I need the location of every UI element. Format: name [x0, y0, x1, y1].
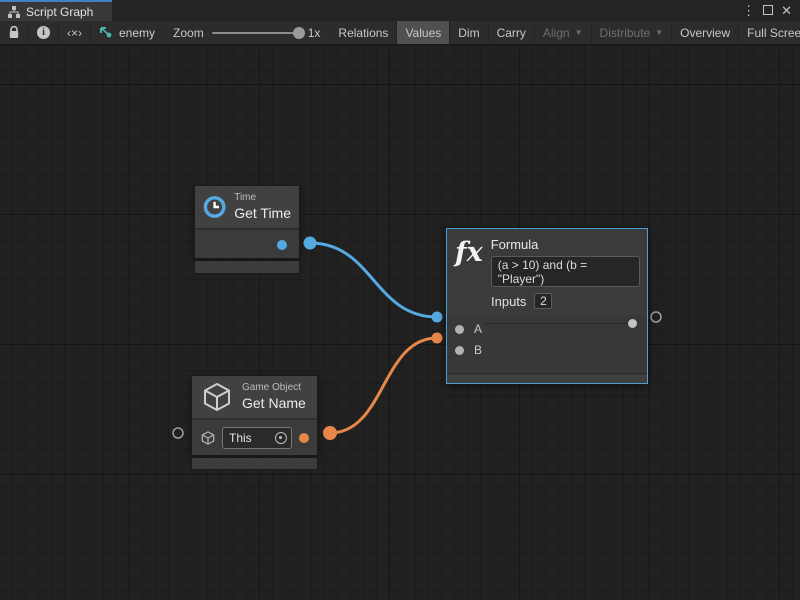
node-title: Formula	[491, 237, 641, 252]
formula-ports: A B	[447, 315, 647, 373]
chevron-down-icon: ▼	[575, 28, 583, 37]
zoom-value: 1x	[308, 26, 321, 40]
formula-port-b-row[interactable]: B	[447, 341, 482, 359]
align-button[interactable]: Align▼	[535, 21, 592, 44]
info-icon: i	[37, 26, 50, 39]
zoom-slider[interactable]	[212, 32, 300, 34]
object-picker-icon[interactable]	[275, 432, 287, 444]
graph-name: enemy	[119, 26, 155, 40]
target-object-field[interactable]: This	[222, 427, 292, 449]
zoom-label: Zoom	[173, 26, 204, 40]
get-name-ports: This	[192, 419, 317, 455]
formula-port-a-row[interactable]: A	[447, 320, 482, 338]
zoom-slider-handle[interactable]	[293, 27, 305, 39]
port-a-dot[interactable]	[455, 325, 464, 334]
node-title: Get Time	[234, 205, 291, 222]
carry-button[interactable]: Carry	[489, 21, 535, 44]
get-time-footer	[194, 261, 300, 274]
get-time-output-dot[interactable]	[277, 240, 287, 250]
node-title: Get Name	[242, 395, 306, 412]
formula-port-a-connection-dot	[432, 312, 443, 323]
formula-footer	[447, 373, 647, 383]
node-get-name[interactable]: Game Object Get Name This	[191, 375, 318, 470]
overview-button[interactable]: Overview	[672, 21, 739, 44]
port-a-result-line	[485, 323, 630, 324]
code-preview-button[interactable]: ‹×›	[59, 21, 91, 44]
values-button[interactable]: Values	[397, 21, 450, 44]
formula-output-port	[651, 312, 661, 322]
cube-icon	[200, 380, 234, 414]
node-formula[interactable]: fx Formula (a > 10) and (b = "Player") I…	[446, 228, 648, 384]
get-name-header[interactable]: Game Object Get Name	[192, 376, 317, 419]
tab-title: Script Graph	[26, 5, 93, 19]
node-category: Game Object	[242, 382, 306, 395]
close-icon[interactable]: ✕	[781, 4, 792, 17]
wire-start-dot-orange	[323, 426, 337, 440]
wire-getname-to-formula-b	[330, 338, 437, 433]
formula-header[interactable]: fx Formula (a > 10) and (b = "Player")	[447, 229, 647, 287]
graph-toolbar: i ‹×› enemy Zoom 1x Relations Values Dim…	[0, 21, 800, 45]
node-get-time[interactable]: Time Get Time	[194, 185, 300, 274]
inputs-label: Inputs	[491, 294, 526, 309]
inputs-count-field[interactable]: 2	[534, 293, 552, 309]
relations-button[interactable]: Relations	[330, 21, 397, 44]
lock-button[interactable]	[0, 21, 29, 44]
dim-button[interactable]: Dim	[450, 21, 488, 44]
script-graph-window: Script Graph ⋮ ✕ i ‹×› enemy Zoom 1x Rel…	[0, 0, 800, 600]
cube-small-icon	[200, 430, 216, 446]
port-b-dot[interactable]	[455, 346, 464, 355]
formula-expression-input[interactable]: (a > 10) and (b = "Player")	[491, 256, 640, 287]
formula-result-dot[interactable]	[628, 319, 637, 328]
title-bar: Script Graph ⋮ ✕	[0, 0, 800, 21]
graph-hierarchy-icon	[8, 6, 20, 18]
distribute-button[interactable]: Distribute▼	[592, 21, 673, 44]
get-name-output-dot[interactable]	[299, 433, 309, 443]
get-time-header[interactable]: Time Get Time	[195, 186, 299, 229]
zoom-control: Zoom 1x	[163, 21, 330, 44]
toolbar-buttons: Relations Values Dim Carry Align▼ Distri…	[330, 21, 800, 44]
getname-input-port	[173, 428, 183, 438]
script-graph-asset-icon	[99, 26, 113, 39]
window-controls: ⋮ ✕	[742, 0, 800, 21]
chevron-down-icon: ▼	[655, 28, 663, 37]
lock-icon	[8, 26, 20, 39]
connection-layer	[0, 45, 800, 600]
wire-start-dot-blue	[304, 237, 317, 250]
tab-script-graph[interactable]: Script Graph	[0, 0, 112, 21]
clock-icon	[203, 190, 226, 224]
inspect-button[interactable]: i	[29, 21, 59, 44]
window-menu-icon[interactable]: ⋮	[742, 4, 755, 17]
get-name-footer	[191, 458, 318, 470]
node-category: Time	[234, 192, 291, 205]
code-icon: ‹×›	[67, 26, 82, 40]
get-time-ports	[195, 229, 299, 258]
maximize-icon[interactable]	[763, 5, 773, 17]
formula-fx-icon: fx	[455, 239, 483, 266]
graph-canvas[interactable]: Time Get Time fx Formula (a > 10) and (b…	[0, 45, 800, 600]
full-screen-button[interactable]: Full Screen	[739, 21, 800, 44]
graph-breadcrumb[interactable]: enemy	[91, 21, 163, 44]
formula-port-b-connection-dot	[432, 333, 443, 344]
wire-gettime-to-formula-a	[310, 243, 437, 317]
